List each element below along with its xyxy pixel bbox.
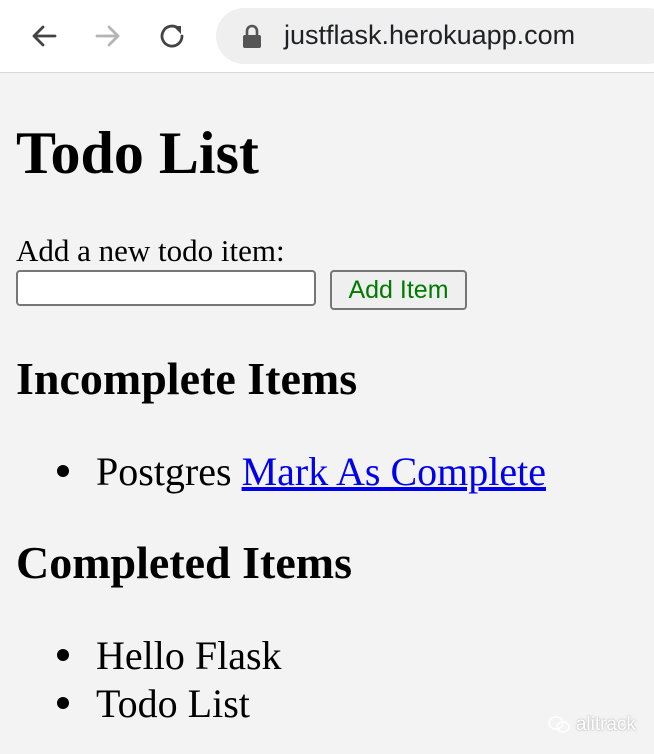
add-item-label: Add a new todo item: xyxy=(16,233,285,268)
add-item-button[interactable]: Add Item xyxy=(330,270,467,310)
completed-items-heading: Completed Items xyxy=(16,537,352,588)
bullet-icon xyxy=(57,649,69,661)
list-item: Hello Flask xyxy=(0,632,282,680)
reload-button[interactable] xyxy=(154,18,190,54)
list-item: Todo List xyxy=(0,680,282,728)
address-bar[interactable]: justflask.herokuapp.com xyxy=(216,8,654,64)
incomplete-items-list: Postgres Mark As Complete xyxy=(0,448,546,496)
incomplete-items-heading: Incomplete Items xyxy=(16,353,358,404)
item-text: Todo List xyxy=(96,681,250,726)
lock-icon xyxy=(243,24,261,48)
new-todo-input[interactable] xyxy=(16,270,316,306)
completed-items-list: Hello Flask Todo List xyxy=(0,632,282,728)
item-text: Hello Flask xyxy=(96,633,282,678)
browser-toolbar: justflask.herokuapp.com xyxy=(0,0,654,73)
mark-complete-link[interactable]: Mark As Complete xyxy=(242,449,546,494)
watermark-text: alitrack xyxy=(575,714,636,735)
bullet-icon xyxy=(57,697,69,709)
item-text: Postgres xyxy=(96,449,232,494)
forward-arrow-icon xyxy=(95,25,120,47)
watermark: alitrack xyxy=(548,714,636,736)
url-text: justflask.herokuapp.com xyxy=(284,20,576,50)
forward-button[interactable] xyxy=(90,18,126,54)
wechat-icon xyxy=(548,716,570,733)
page-title: Todo List xyxy=(16,120,259,186)
back-arrow-icon xyxy=(32,25,57,47)
back-button[interactable] xyxy=(26,18,62,54)
page-content: Todo List Add a new todo item: Add Item … xyxy=(0,73,654,754)
list-item: Postgres Mark As Complete xyxy=(0,448,546,496)
bullet-icon xyxy=(57,465,69,477)
reload-icon xyxy=(160,24,184,48)
